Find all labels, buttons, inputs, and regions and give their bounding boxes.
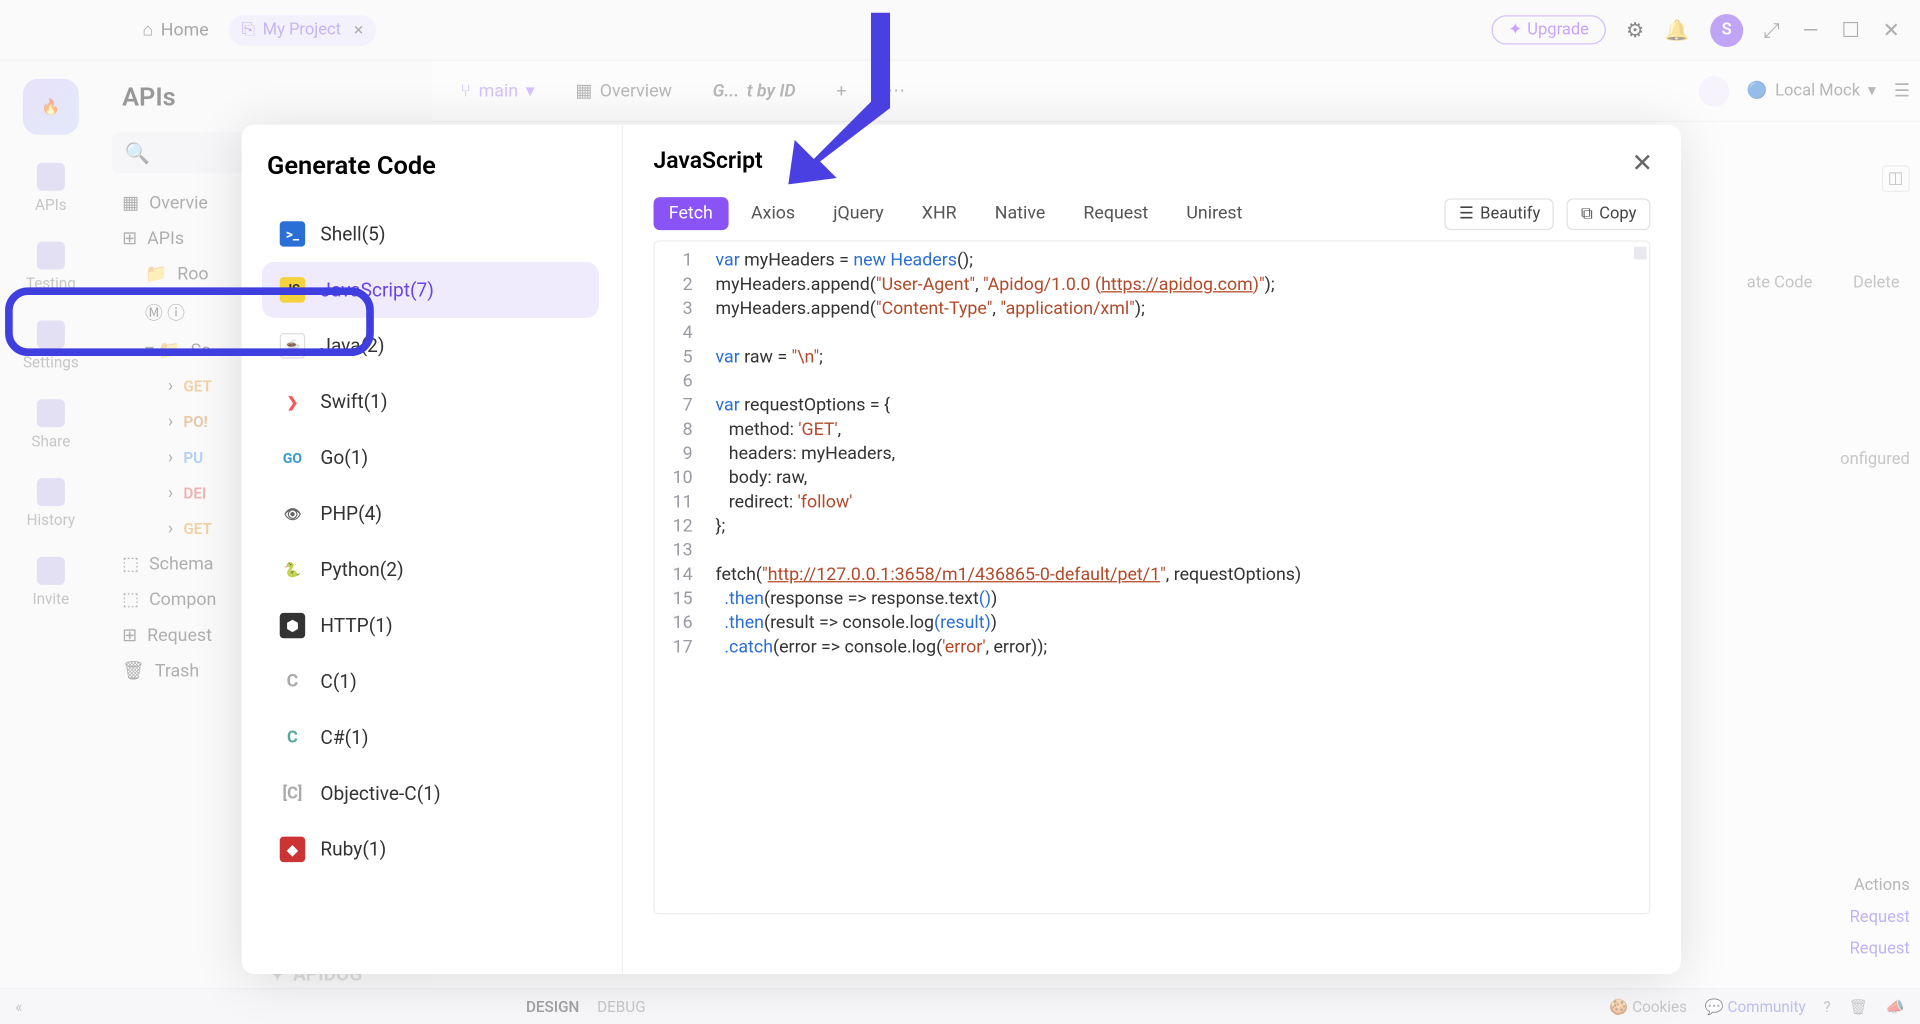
lang-icon: ⬢ [280, 613, 305, 638]
subtab-jquery[interactable]: jQuery [818, 197, 899, 230]
lang-item-http[interactable]: ⬢HTTP(1) [262, 598, 599, 654]
code-editor[interactable]: 1234567891011121314151617 var myHeaders … [654, 240, 1651, 914]
subtab-request[interactable]: Request [1068, 197, 1163, 230]
subtab-unirest[interactable]: Unirest [1171, 197, 1258, 230]
minimap [1634, 247, 1647, 260]
modal-title: Generate Code [262, 150, 607, 181]
subtab-fetch[interactable]: Fetch [654, 197, 729, 230]
lang-item-javascript[interactable]: JSJavaScript(7) [262, 262, 599, 318]
subtab-xhr[interactable]: XHR [907, 197, 972, 230]
lang-icon: 🐍 [280, 557, 305, 582]
subtab-axios[interactable]: Axios [736, 197, 811, 230]
lang-item-python[interactable]: 🐍Python(2) [262, 542, 599, 598]
lang-icon: ◆ [280, 837, 305, 862]
lang-item-c[interactable]: CC#(1) [262, 709, 599, 765]
lang-item-c[interactable]: CC(1) [262, 654, 599, 710]
lang-icon: GO [280, 445, 305, 470]
code-content: var myHeaders = new Headers(); myHeaders… [705, 242, 1649, 913]
lang-icon: ☕ [280, 333, 305, 358]
lang-icon: 👁 [280, 501, 305, 526]
lang-icon: >_ [280, 221, 305, 246]
lang-icon: JS [280, 277, 305, 302]
language-list: Generate Code >_Shell(5)JSJavaScript(7)☕… [242, 125, 623, 974]
lang-item-go[interactable]: GOGo(1) [262, 430, 599, 486]
line-gutter: 1234567891011121314151617 [655, 242, 706, 913]
lang-item-shell[interactable]: >_Shell(5) [262, 206, 599, 262]
lang-icon: [C] [280, 781, 305, 806]
lang-item-swift[interactable]: ❯Swift(1) [262, 374, 599, 430]
generate-code-modal: Generate Code >_Shell(5)JSJavaScript(7)☕… [242, 125, 1681, 974]
lang-icon: C [280, 669, 305, 694]
subtab-native[interactable]: Native [980, 197, 1061, 230]
copy-button[interactable]: ⧉ Copy [1567, 198, 1650, 230]
lang-icon: C [280, 725, 305, 750]
lang-item-php[interactable]: 👁PHP(4) [262, 486, 599, 542]
beautify-button[interactable]: ☰ Beautify [1445, 198, 1554, 230]
code-panel-title: JavaScript [654, 147, 1651, 174]
lang-icon: ❯ [280, 389, 305, 414]
lang-item-ruby[interactable]: ◆Ruby(1) [262, 821, 599, 877]
lang-item-objectivec[interactable]: [C]Objective-C(1) [262, 765, 599, 821]
close-modal-icon[interactable]: ✕ [1632, 147, 1653, 178]
lang-item-java[interactable]: ☕Java(2) [262, 318, 599, 374]
variant-tabs: FetchAxiosjQueryXHRNativeRequestUnirest … [654, 197, 1651, 230]
